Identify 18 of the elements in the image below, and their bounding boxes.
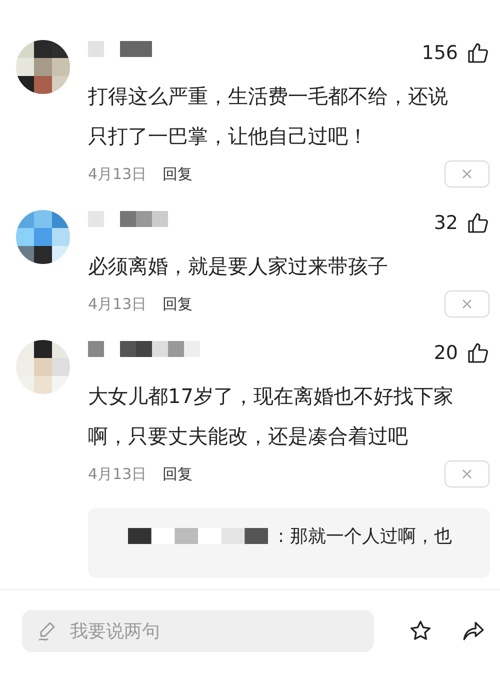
reply-text: : 那就一个人过啊，也	[278, 525, 452, 548]
reply-link[interactable]: 回复	[162, 464, 193, 484]
comment-text: 必须离婚，就是要人家过来带孩子	[88, 253, 389, 280]
comment-date: 4月13日	[88, 164, 147, 184]
comment-input[interactable]: 我要说两句	[22, 610, 374, 652]
reply-link[interactable]: 回复	[162, 294, 193, 314]
comment-date: 4月13日	[88, 294, 147, 314]
like-count: 156	[422, 42, 458, 64]
reply-link[interactable]: 回复	[162, 164, 193, 184]
thumbs-up-icon[interactable]	[466, 341, 490, 365]
like-count: 20	[434, 342, 458, 364]
comment-date: 4月13日	[88, 464, 147, 484]
thumbs-up-icon[interactable]	[466, 41, 490, 65]
blurred-name	[88, 41, 152, 57]
comment-text: 打得这么严重，生活费一毛都不给，还说只打了一巴掌，让他自己过吧！	[88, 83, 449, 150]
thumbs-up-icon[interactable]	[466, 211, 490, 235]
comment-text: 大女儿都17岁了，现在离婚也不好找下家啊，只要丈夫能改，还是凑合着过吧	[88, 383, 454, 450]
like-count: 32	[434, 212, 458, 234]
